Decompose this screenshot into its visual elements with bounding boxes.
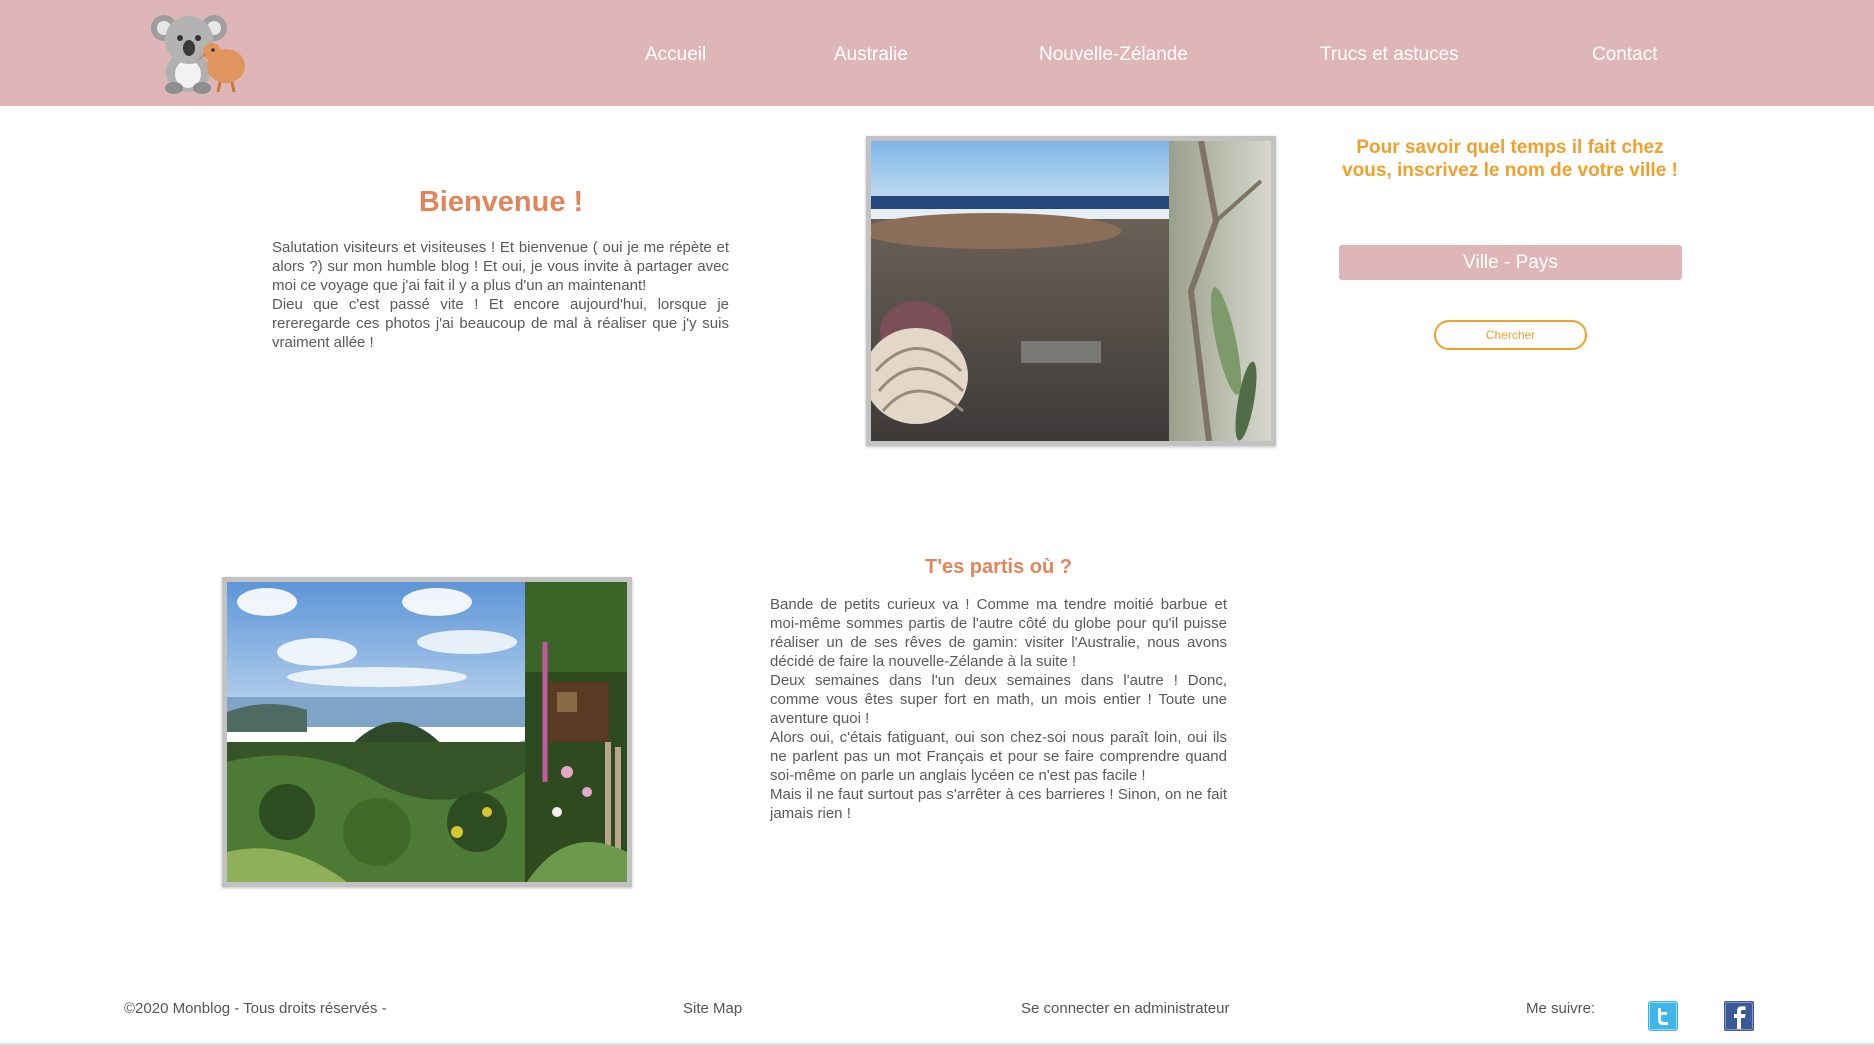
trip-paragraph: Alors oui, c'étais fatiguant, oui son ch… xyxy=(770,729,1227,784)
facebook-icon[interactable] xyxy=(1724,1001,1754,1031)
trip-paragraph: Deux semaines dans l'un deux semaines da… xyxy=(770,672,1227,727)
welcome-paragraph: Salutation visiteurs et visiteuses ! Et … xyxy=(272,239,729,294)
footer-sitemap-link[interactable]: Site Map xyxy=(683,1000,742,1017)
main-nav: Accueil Australie Nouvelle-Zélande Trucs… xyxy=(0,0,1874,106)
trip-paragraph: Mais il ne faut surtout pas s'arrêter à … xyxy=(770,786,1227,822)
welcome-title: Bienvenue ! xyxy=(418,186,584,218)
trip-title: T'es partis où ? xyxy=(924,556,1072,578)
footer-follow-label: Me suivre: xyxy=(1526,1000,1596,1017)
weather-title: Pour savoir quel temps il fait chez vous… xyxy=(1342,137,1678,181)
footer-copyright: ©2020 Monblog - Tous droits réservés - xyxy=(124,1000,387,1017)
trip-text: Bande de petits curieux va ! Comme ma te… xyxy=(770,595,1227,823)
search-button[interactable]: Chercher xyxy=(1434,320,1587,350)
trip-paragraph: Bande de petits curieux va ! Comme ma te… xyxy=(770,596,1227,670)
landscape-garden-image xyxy=(227,582,627,882)
welcome-text: Salutation visiteurs et visiteuses ! Et … xyxy=(272,238,729,352)
nav-accueil[interactable]: Accueil xyxy=(645,44,706,66)
nav-contact[interactable]: Contact xyxy=(1592,44,1657,66)
city-input[interactable] xyxy=(1339,245,1682,280)
nav-trucs-et-astuces[interactable]: Trucs et astuces xyxy=(1320,44,1459,66)
nav-nouvelle-zelande[interactable]: Nouvelle-Zélande xyxy=(1039,44,1188,66)
site-header: Accueil Australie Nouvelle-Zélande Trucs… xyxy=(0,0,1874,106)
twitter-icon[interactable] xyxy=(1648,1001,1678,1031)
beach-shell-image xyxy=(871,141,1271,441)
landscape-photo xyxy=(222,577,632,887)
beach-photo xyxy=(866,136,1276,446)
nav-australie[interactable]: Australie xyxy=(834,44,908,66)
footer-admin-link[interactable]: Se connecter en administrateur xyxy=(1021,1000,1229,1017)
welcome-paragraph: Dieu que c'est passé vite ! Et encore au… xyxy=(272,296,729,351)
